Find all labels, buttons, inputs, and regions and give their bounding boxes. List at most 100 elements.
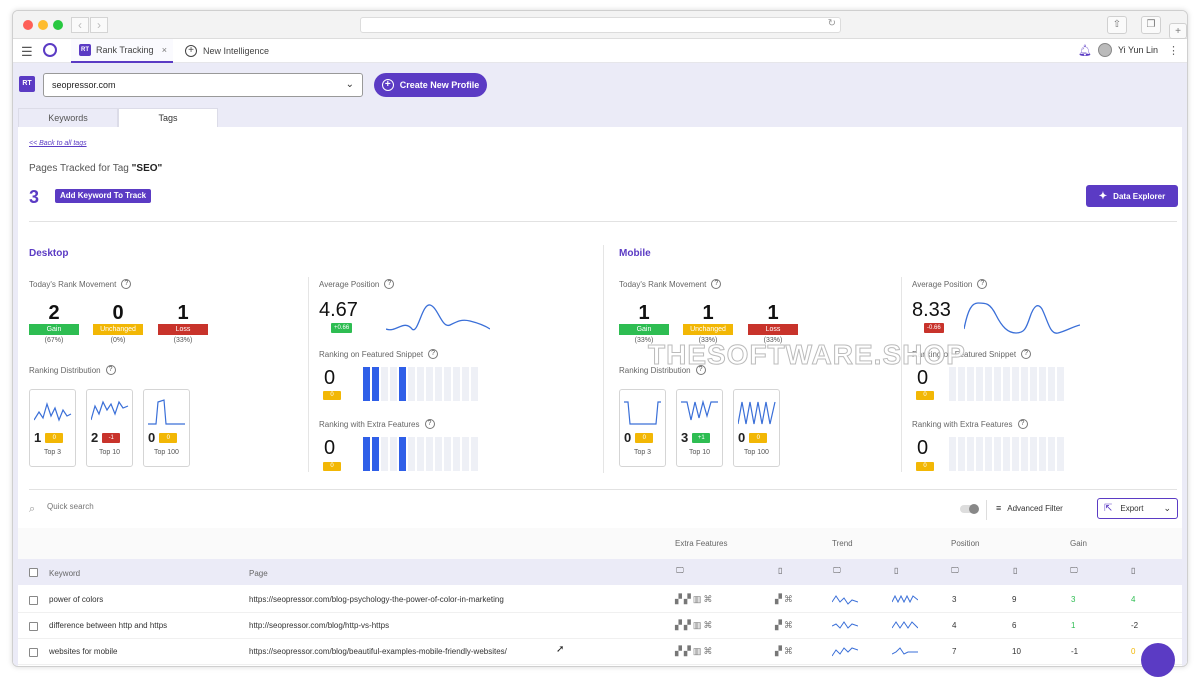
menu-icon[interactable]: ☰: [21, 44, 33, 60]
chevron-down-icon: ⌄: [345, 79, 354, 90]
app-tab-bar: ☰ RT Rank Tracking × + New Intelligence …: [13, 39, 1187, 63]
mobile-extra-delta: 0: [916, 462, 934, 471]
tab-rank-tracking[interactable]: RT Rank Tracking ×: [71, 39, 173, 63]
help-icon[interactable]: ?: [711, 279, 722, 289]
row-checkbox[interactable]: [29, 596, 38, 605]
profile-select[interactable]: seopressor.com ⌄: [43, 73, 363, 97]
position-desktop: 7: [952, 647, 957, 656]
help-icon[interactable]: ?: [105, 365, 116, 375]
mobile-gain: 1 Gain (33%): [619, 302, 669, 344]
avatar[interactable]: [1097, 43, 1112, 57]
export-button[interactable]: ⇱ Export ⌄: [1097, 498, 1178, 519]
mobile-dist-top100[interactable]: 00 Top 100: [733, 389, 780, 467]
filter-icon: ≡: [996, 503, 1002, 513]
gain-mobile: 4: [1131, 595, 1136, 604]
dist-caption: Top 100: [154, 449, 179, 456]
sparkline: [624, 401, 661, 425]
plus-circle-icon: +: [381, 79, 394, 91]
label-text: Average Position: [319, 279, 380, 289]
select-all-checkbox[interactable]: [29, 568, 38, 577]
user-name[interactable]: Yi Yun Lin: [1118, 45, 1158, 55]
tab-tags[interactable]: Tags: [118, 108, 218, 128]
desktop-gain: 2 Gain (67%): [29, 302, 79, 344]
reload-icon[interactable]: ↻: [828, 18, 836, 29]
table-row[interactable]: difference between http and https http:/…: [18, 613, 1182, 639]
desktop-avg-delta: +0.66: [331, 323, 353, 333]
help-icon[interactable]: ?: [1017, 419, 1028, 429]
trend-sparkline: [832, 647, 858, 657]
trend-header: Trend: [832, 539, 853, 548]
more-options-icon[interactable]: ⋮: [1168, 44, 1179, 57]
help-icon[interactable]: ?: [977, 279, 988, 289]
data-explorer-button[interactable]: ✦ Data Explorer: [1086, 185, 1178, 207]
forward-arrow-icon[interactable]: ›: [90, 17, 108, 33]
table-row[interactable]: websites for mobile https://seopressor.c…: [18, 639, 1182, 665]
new-tab-icon[interactable]: +: [1169, 23, 1187, 39]
back-to-all-tags-link[interactable]: << Back to all tags: [29, 140, 87, 147]
desktop-extra-label: Ranking with Extra Features?: [319, 419, 435, 429]
tab-new-intelligence-label: New Intelligence: [203, 46, 270, 56]
keyword-cell[interactable]: difference between http and https: [49, 621, 167, 630]
view-toggle[interactable]: [960, 504, 979, 514]
close-tab-icon[interactable]: ×: [162, 45, 167, 55]
help-icon[interactable]: ?: [1021, 349, 1032, 359]
add-keyword-button[interactable]: Add Keyword To Track: [55, 189, 152, 203]
page-cell[interactable]: http://seopressor.com/blog/http-vs-https: [249, 621, 389, 630]
desktop-rank-movement-label: Today's Rank Movement?: [29, 279, 132, 289]
advanced-filter-button[interactable]: ≡ Advanced Filter: [996, 503, 1063, 513]
close-window-button[interactable]: [23, 20, 33, 30]
page-cell[interactable]: https://seopressor.com/blog/beautiful-ex…: [249, 647, 507, 656]
help-icon[interactable]: ?: [428, 349, 439, 359]
address-bar[interactable]: ↻: [360, 17, 841, 33]
unchanged-pct: (0%): [110, 337, 126, 344]
dist-value: 0: [624, 430, 632, 445]
page-column-header[interactable]: Page: [249, 569, 268, 578]
mobile-dist-top3[interactable]: 00 Top 3: [619, 389, 666, 467]
quick-search-input[interactable]: [47, 502, 247, 511]
tab-new-intelligence[interactable]: + New Intelligence: [185, 39, 269, 63]
page-cell[interactable]: https://seopressor.com/blog-psychology-t…: [249, 595, 504, 604]
desktop-dist-top3[interactable]: 10 Top 3: [29, 389, 76, 467]
mobile-extra-label: Ranking with Extra Features?: [912, 419, 1028, 429]
tab-keywords[interactable]: Keywords: [18, 108, 118, 128]
share-icon[interactable]: ⇧: [1107, 16, 1127, 34]
position-desktop: 3: [952, 595, 957, 604]
keyword-cell[interactable]: websites for mobile: [49, 647, 117, 656]
help-icon[interactable]: ?: [424, 419, 435, 429]
tag-name: "SEO": [131, 163, 163, 174]
row-checkbox[interactable]: [29, 648, 38, 657]
table-group-header: Extra Features Trend Position Gain: [18, 528, 1182, 559]
tabs-icon[interactable]: ❐: [1141, 16, 1161, 34]
desktop-dist-top10[interactable]: 2 -1 Top 10: [86, 389, 133, 467]
chat-bubble-icon[interactable]: [1141, 643, 1175, 677]
search-icon: ⌕: [29, 503, 36, 515]
maximize-window-button[interactable]: [53, 20, 63, 30]
desktop-snippet-label: Ranking on Featured Snippet?: [319, 349, 439, 359]
bell-icon[interactable]: 🔔︎: [1078, 44, 1092, 57]
dist-caption: Top 10: [98, 449, 121, 456]
gain-desktop: -1: [1071, 647, 1079, 656]
keyword-cell[interactable]: power of colors: [49, 595, 103, 604]
back-arrow-icon[interactable]: ‹: [71, 17, 89, 33]
position-mobile: 9: [1012, 595, 1017, 604]
desktop-icon: 🖵︎: [951, 566, 959, 575]
desktop-dist-top100[interactable]: 00 Top 100: [143, 389, 190, 467]
sparkline: [148, 399, 185, 425]
minimize-window-button[interactable]: [38, 20, 48, 30]
label-text: Ranking Distribution: [29, 365, 101, 375]
desktop-snippet-value: 0: [324, 367, 336, 389]
mobile-extra-value: 0: [917, 437, 929, 459]
create-new-profile-button[interactable]: + Create New Profile: [374, 73, 487, 97]
table-row[interactable]: power of colors https://seopressor.com/b…: [18, 587, 1182, 613]
desktop-distribution-label: Ranking Distribution?: [29, 365, 116, 375]
gain-tag: Gain: [29, 324, 79, 335]
gain-tag: Gain: [619, 324, 669, 335]
unchanged-value: 1: [702, 302, 714, 324]
row-checkbox[interactable]: [29, 622, 38, 631]
keyword-column-header[interactable]: Keyword: [49, 569, 80, 578]
help-icon[interactable]: ?: [384, 279, 395, 289]
help-icon[interactable]: ?: [121, 279, 132, 289]
mobile-dist-top10[interactable]: 3 +1 Top 10: [676, 389, 723, 467]
desktop-avg-position: 4.67: [319, 299, 358, 321]
app-logo-icon[interactable]: [43, 43, 57, 57]
